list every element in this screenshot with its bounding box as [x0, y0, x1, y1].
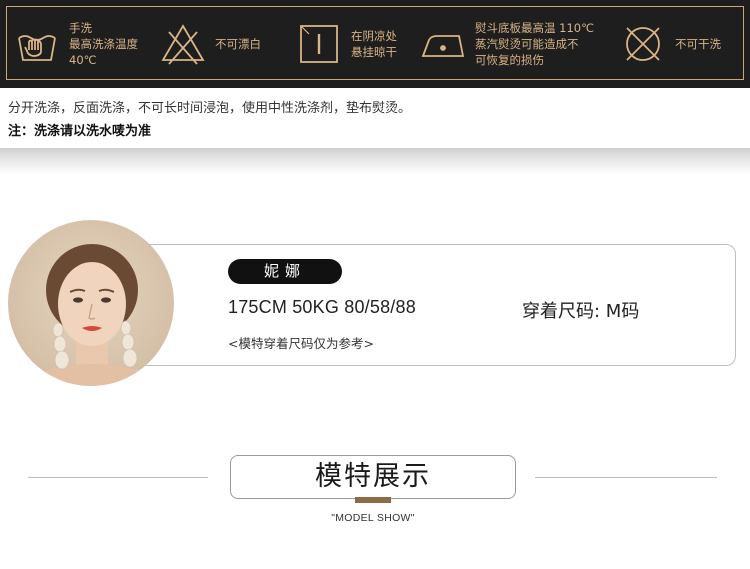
care-label-bar: 手洗 最高洗涤温度 40℃ 不可漂白 在阴凉处 悬挂晾干 熨斗底板最高温 110… — [0, 0, 750, 88]
section-title-accent — [355, 497, 391, 503]
no-bleach-icon — [159, 20, 207, 68]
hand-wash-icon — [13, 20, 61, 68]
iron-icon — [419, 20, 467, 68]
model-size-note: <模特穿着尺码仅为参考> — [228, 336, 374, 351]
care-item-no-dry-clean: 不可干洗 — [619, 7, 721, 81]
no-dry-clean-text: 不可干洗 — [675, 37, 721, 51]
no-bleach-text: 不可漂白 — [215, 37, 261, 51]
care-item-no-bleach: 不可漂白 — [159, 7, 261, 81]
section-divider-strip — [0, 148, 750, 174]
line-dry-shade-icon — [295, 20, 343, 68]
section-title: 模特展示 — [230, 455, 516, 499]
care-item-iron: 熨斗底板最高温 110℃ 蒸汽熨烫可能造成不 可恢复的损伤 — [419, 7, 594, 81]
heading-rule-right — [535, 477, 717, 478]
care-item-hand-wash: 手洗 最高洗涤温度 40℃ — [13, 7, 138, 81]
section-subtitle: "MODEL SHOW" — [331, 512, 415, 524]
line-dry-text: 在阴凉处 悬挂晾干 — [351, 29, 397, 59]
model-measurements: 175CM 50KG 80/58/88 — [228, 297, 416, 317]
heading-rule-left — [28, 477, 208, 478]
model-info-card — [120, 244, 736, 366]
model-name: 妮娜 — [228, 259, 342, 284]
iron-text: 熨斗底板最高温 110℃ 蒸汽熨烫可能造成不 可恢复的损伤 — [475, 21, 595, 67]
care-item-line-dry: 在阴凉处 悬挂晾干 — [295, 7, 397, 81]
hand-wash-text: 手洗 最高洗涤温度 40℃ — [69, 21, 138, 67]
no-dry-clean-icon — [619, 20, 667, 68]
model-portrait-icon — [22, 244, 162, 386]
model-size-worn: 穿着尺码: M码 — [522, 301, 640, 322]
care-label-frame: 手洗 最高洗涤温度 40℃ 不可漂白 在阴凉处 悬挂晾干 熨斗底板最高温 110… — [6, 6, 744, 80]
wash-instructions: 分开洗涤，反面洗涤，不可长时间浸泡，使用中性洗涤剂，垫布熨烫。 — [8, 101, 412, 116]
model-avatar — [8, 220, 174, 386]
wash-note: 注：洗涤请以洗水唛为准 — [8, 124, 152, 139]
